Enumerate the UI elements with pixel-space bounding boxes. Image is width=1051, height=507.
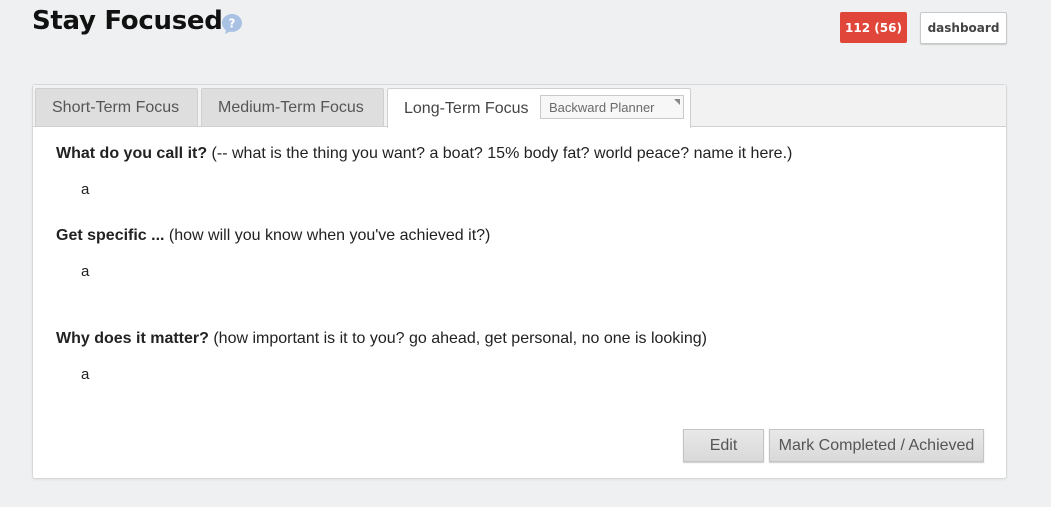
tab-short-term-focus[interactable]: Short-Term Focus [35, 88, 198, 126]
tab-label: Long-Term Focus [404, 99, 529, 117]
focus-panel: Short-Term Focus Medium-Term Focus Long-… [32, 84, 1007, 479]
tab-long-term-focus[interactable]: Long-Term Focus Backward Planner [387, 88, 691, 128]
svg-text:?: ? [229, 17, 236, 31]
notification-badge[interactable]: 112 (56) [840, 12, 907, 43]
answer-text: a [81, 263, 90, 280]
tab-label: Short-Term Focus [52, 98, 180, 116]
answer-text: a [81, 366, 90, 383]
question-hint: (how important is it to you? go ahead, g… [208, 330, 707, 347]
question-label: Get specific ... (how will you know when… [56, 227, 490, 245]
dashboard-button[interactable]: dashboard [920, 12, 1007, 44]
question-label: What do you call it? (-- what is the thi… [56, 145, 792, 163]
planner-select[interactable]: Backward Planner [540, 95, 684, 119]
question-hint: (-- what is the thing you want? a boat? … [207, 145, 793, 162]
page-title: Stay Focused [32, 6, 223, 36]
question-title: Why does it matter? [56, 330, 209, 347]
edit-button[interactable]: Edit [683, 429, 764, 462]
question-hint: (how will you know when you've achieved … [164, 227, 491, 244]
help-icon[interactable]: ? [220, 12, 244, 36]
question-title: Get specific ... [56, 227, 165, 244]
tab-bar: Short-Term Focus Medium-Term Focus Long-… [33, 85, 1006, 128]
answer-text: a [81, 181, 90, 198]
mark-completed-button[interactable]: Mark Completed / Achieved [769, 429, 984, 462]
planner-select-value: Backward Planner [549, 99, 655, 115]
question-label: Why does it matter? (how important is it… [56, 330, 707, 348]
question-title: What do you call it? [56, 145, 208, 162]
tab-label: Medium-Term Focus [218, 98, 364, 116]
caret-icon [674, 99, 680, 105]
tab-medium-term-focus[interactable]: Medium-Term Focus [201, 88, 384, 126]
